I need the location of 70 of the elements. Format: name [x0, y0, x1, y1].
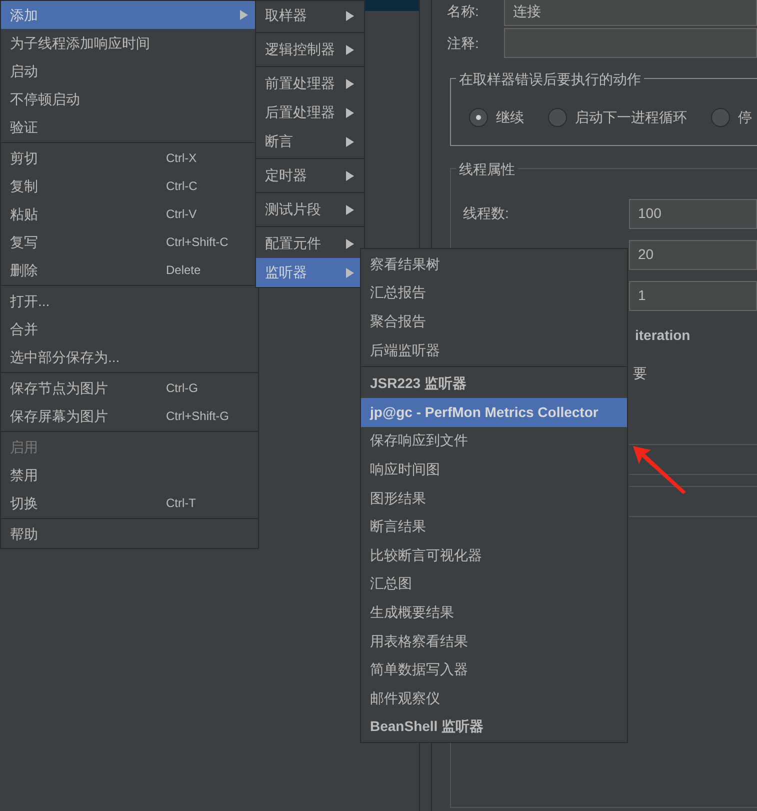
menu-item[interactable]: 保存响应到文件	[361, 426, 627, 456]
menu-item[interactable]: 响应时间图	[361, 455, 627, 484]
menu-item[interactable]: 取样器	[256, 1, 364, 30]
menu-item[interactable]: 断言	[256, 127, 364, 156]
menu-item[interactable]: 察看结果树	[361, 250, 627, 279]
menu-item[interactable]: 保存屏幕为图片 Ctrl+Shift-G	[1, 402, 258, 430]
name-label: 名称:	[447, 2, 480, 20]
menu-item[interactable]: 逻辑控制器	[256, 35, 364, 64]
menu-item[interactable]: 定时器	[256, 161, 364, 190]
submenu-arrow-icon	[345, 78, 355, 90]
menu-item[interactable]: 启动	[1, 57, 258, 85]
radio-label: 停	[738, 108, 752, 126]
menu-item[interactable]: 添加	[1, 1, 258, 29]
loop-field[interactable]: 1	[629, 280, 757, 310]
menu-item[interactable]: JSR223 监听器	[361, 369, 627, 398]
menu-item[interactable]: 保存节点为图片 Ctrl-G	[1, 374, 258, 402]
menu-item[interactable]: 复制 Ctrl-C	[1, 172, 258, 200]
submenu-arrow-icon	[345, 106, 355, 118]
menu-item[interactable]: 粘贴 Ctrl-V	[1, 200, 258, 228]
menu-item[interactable]: 合并	[1, 315, 258, 343]
menu-item[interactable]: 用表格察看结果	[361, 626, 627, 656]
tree-row-selected	[364, 0, 419, 11]
menu-item[interactable]: 切换 Ctrl-T	[1, 489, 258, 517]
threads-field[interactable]: 100	[629, 198, 757, 228]
submenu-arrow-icon	[345, 204, 355, 216]
menu-item[interactable]: 后置处理器	[256, 98, 364, 127]
menu-item[interactable]: 邮件观察仪	[361, 684, 627, 712]
rampup-field[interactable]: 20	[629, 240, 757, 270]
menu-item[interactable]: 删除 Delete	[1, 256, 258, 284]
submenu-arrow-icon	[345, 136, 355, 148]
option-text: 要	[633, 364, 647, 382]
menu-item[interactable]: 打开...	[1, 287, 258, 315]
menu-item[interactable]: 验证	[1, 113, 258, 141]
menu-item[interactable]: 禁用	[1, 461, 258, 489]
menu-item[interactable]: jp@gc - PerfMon Metrics Collector	[361, 398, 627, 427]
menu-item[interactable]: 不停顿启动	[1, 85, 258, 113]
menu-item[interactable]: 汇总报告	[361, 278, 627, 308]
menu-item[interactable]: 图形结果	[361, 484, 627, 512]
radio-button[interactable]	[548, 108, 567, 126]
radio-label: 启动下一进程循环	[575, 108, 687, 126]
threads-label: 线程数:	[463, 204, 510, 223]
menu-item[interactable]: BeanShell 监听器	[361, 712, 627, 742]
menu-item[interactable]: 比较断言可视化器	[361, 540, 627, 570]
submenu-arrow-icon	[345, 44, 355, 56]
submenu-arrow-icon	[345, 10, 355, 22]
submenu-arrow-icon	[345, 170, 355, 182]
menu-item[interactable]: 生成概要结果	[361, 598, 627, 627]
menu-item[interactable]: 汇总图	[361, 570, 627, 598]
menu-item[interactable]: 复写 Ctrl+Shift-C	[1, 228, 258, 256]
menu-item[interactable]: 帮助	[1, 520, 258, 548]
submenu-arrow-icon	[239, 9, 249, 21]
comment-label: 注释:	[447, 34, 480, 52]
menu-item[interactable]: 聚合报告	[361, 307, 627, 336]
menu-item[interactable]: 剪切 Ctrl-X	[1, 144, 258, 172]
menu-item[interactable]: 前置处理器	[256, 69, 364, 98]
menu-item[interactable]: 测试片段	[256, 195, 364, 224]
radio-button[interactable]	[711, 108, 730, 126]
submenu-arrow-icon	[345, 266, 355, 278]
iteration-text: iteration	[635, 326, 690, 344]
radio-label: 继续	[496, 108, 524, 126]
menu-item[interactable]: 配置元件	[256, 229, 364, 258]
comment-field[interactable]	[504, 28, 757, 58]
radio-button[interactable]	[469, 108, 488, 126]
menu-item[interactable]: 断言结果	[361, 512, 627, 541]
menu-item[interactable]: 选中部分保存为...	[1, 343, 258, 371]
menu-item[interactable]: 简单数据写入器	[361, 655, 627, 684]
menu-item[interactable]: 为子线程添加响应时间	[1, 29, 258, 57]
name-field[interactable]: 连接	[504, 0, 757, 26]
submenu-arrow-icon	[345, 238, 355, 250]
menu-item[interactable]: 后端监听器	[361, 336, 627, 364]
